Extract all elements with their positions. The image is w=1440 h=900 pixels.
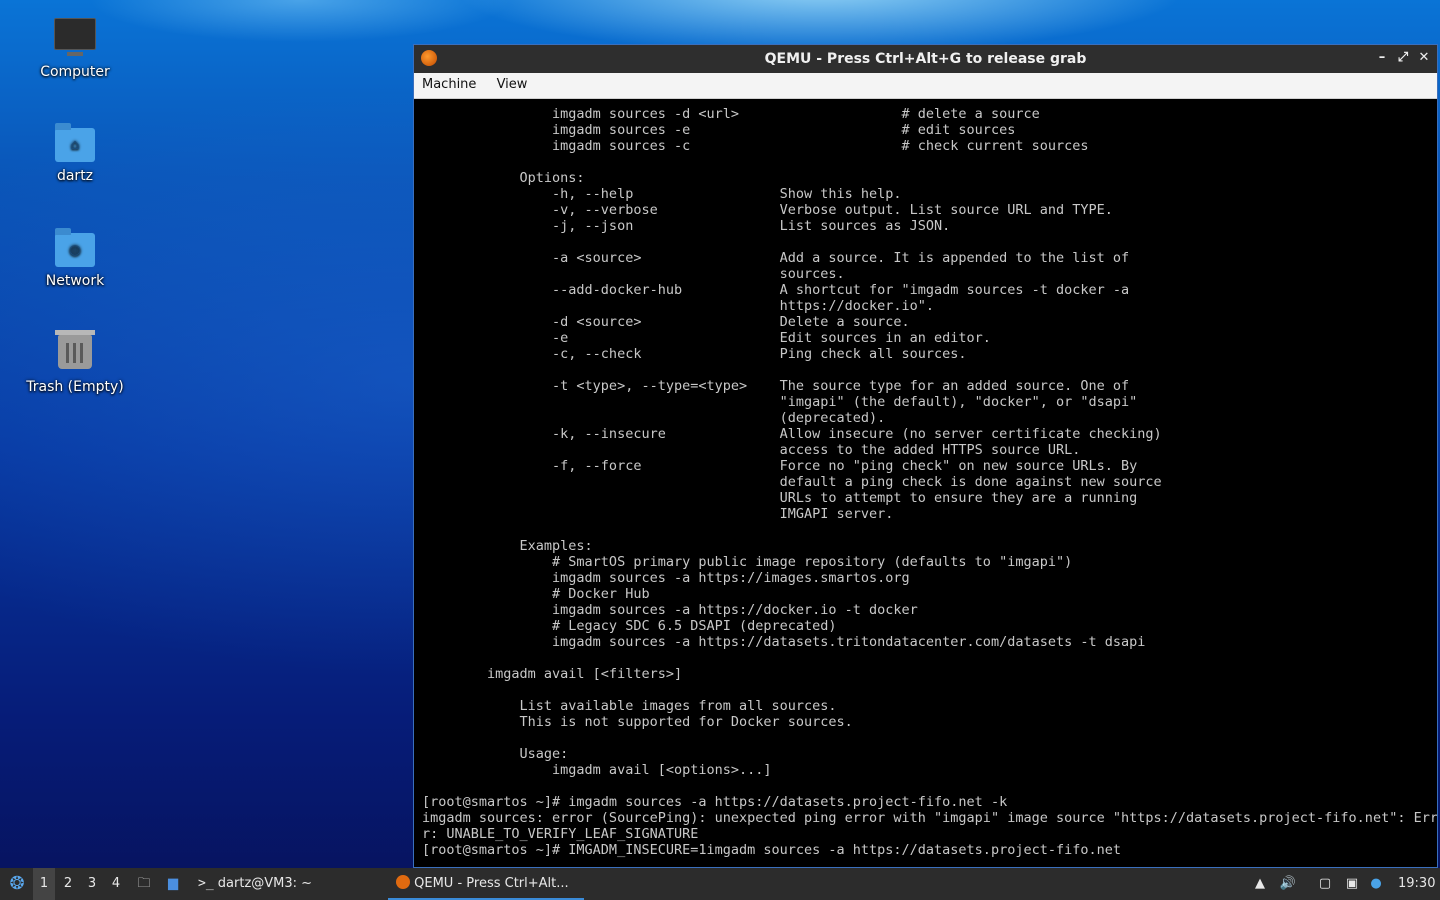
desktop-icon-label: dartz (56, 168, 94, 184)
home-folder-icon: ⌂ (55, 123, 95, 162)
workspace-4[interactable]: 4 (105, 868, 127, 900)
qemu-window[interactable]: QEMU - Press Ctrl+Alt+G to release grab … (413, 44, 1438, 868)
clipboard-icon[interactable]: ▲ (1252, 868, 1268, 900)
qemu-task-icon (396, 875, 410, 889)
workspace-1[interactable]: 1 (33, 868, 55, 900)
desktop-icon-network[interactable]: ◍ Network (10, 228, 140, 289)
window-titlebar[interactable]: QEMU - Press Ctrl+Alt+G to release grab … (414, 45, 1437, 73)
window-title: QEMU - Press Ctrl+Alt+G to release grab (764, 51, 1087, 67)
terminal-icon: >_ (198, 876, 214, 891)
desktop-icon-label: Trash (Empty) (26, 379, 124, 395)
desktop-icon-home[interactable]: ⌂ dartz (10, 123, 140, 184)
maximize-button[interactable]: ⤢ (1394, 49, 1412, 67)
close-button[interactable]: ✕ (1415, 49, 1433, 67)
show-desktop-icon[interactable]: ▆ (162, 868, 184, 900)
desktop-icon-computer[interactable]: Computer (10, 18, 140, 80)
network-folder-icon: ◍ (55, 228, 95, 267)
menubar: Machine View (414, 73, 1437, 99)
task-label: dartz@VM3: ~ (217, 876, 313, 891)
task-qemu[interactable]: QEMU - Press Ctrl+Alt... (388, 868, 584, 900)
task-label: QEMU - Press Ctrl+Alt... (414, 876, 569, 891)
desktop-icon-label: Computer (40, 64, 110, 80)
menu-view[interactable]: View (489, 73, 536, 92)
desktop-icon-label: Network (45, 273, 105, 289)
task-terminal[interactable]: >_ dartz@VM3: ~ (194, 868, 383, 900)
notes-icon[interactable]: ▢ (1316, 868, 1334, 900)
clock[interactable]: 19:30 (1398, 868, 1435, 900)
workspace-3[interactable]: 3 (81, 868, 103, 900)
vm-console[interactable]: imgadm sources -d <url> # delete a sourc… (414, 99, 1437, 867)
menu-machine[interactable]: Machine (414, 73, 484, 92)
updates-icon[interactable]: ● (1369, 868, 1383, 900)
file-manager-icon[interactable]: 🗀 (134, 868, 154, 900)
network-status-icon[interactable]: ▣ (1343, 868, 1361, 900)
computer-icon (54, 18, 96, 56)
desktop-icon-trash[interactable]: Trash (Empty) (10, 330, 140, 395)
console-text: imgadm sources -d <url> # delete a sourc… (422, 106, 1437, 858)
volume-icon[interactable]: 🔊 (1279, 868, 1297, 900)
workspace-2[interactable]: 2 (57, 868, 79, 900)
minimize-button[interactable]: – (1373, 49, 1391, 67)
taskbar: ❂ 1 2 3 4 🗀 ▆ >_ dartz@VM3: ~ QEMU - Pre… (0, 868, 1440, 900)
menu-launcher-icon[interactable]: ❂ (6, 868, 28, 900)
trash-icon (55, 330, 95, 369)
